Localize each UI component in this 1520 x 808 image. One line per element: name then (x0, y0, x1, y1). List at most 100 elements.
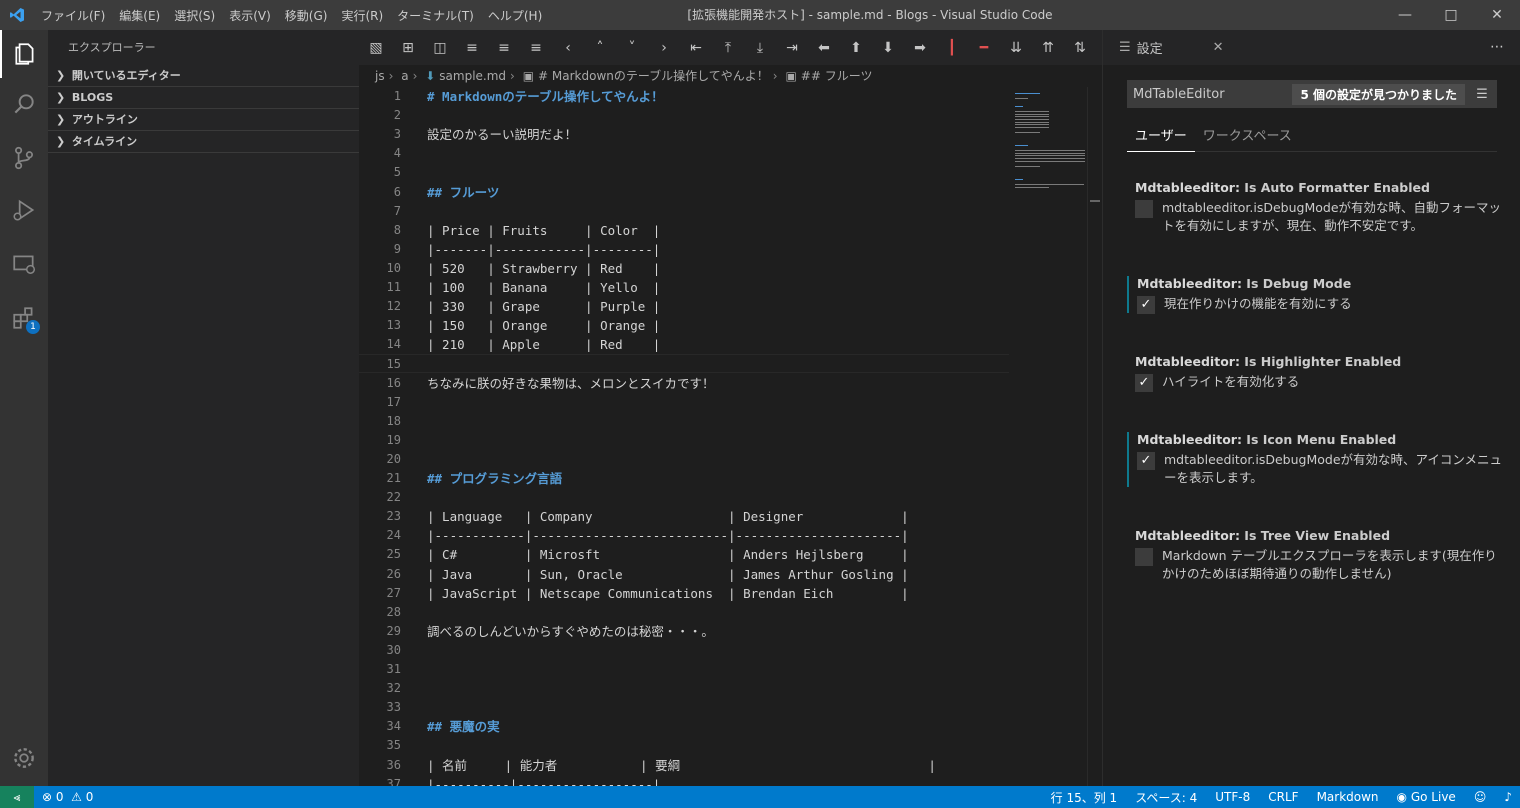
move-down-circle-button[interactable]: ˅ (616, 36, 648, 60)
code-line[interactable]: 6 ## フルーツ (359, 183, 1009, 202)
code-line[interactable]: 20 (359, 450, 1009, 469)
code-line[interactable]: 29 調べるのしんどいからすぐやめたのは秘密・・・。 (359, 622, 1009, 641)
breadcrumb-item[interactable]: sample.md (439, 69, 506, 83)
remote-indicator[interactable]: ⪡ (0, 786, 34, 808)
sort-descending-button[interactable]: ⇊ (1000, 36, 1032, 60)
feedback-button[interactable]: ☺ (1474, 790, 1487, 804)
menu-terminal[interactable]: ターミナル(T) (390, 7, 481, 24)
code-line[interactable]: 21 ## プログラミング言語 (359, 469, 1009, 488)
close-tab-button[interactable]: ✕ (1213, 40, 1224, 55)
table-grid-button[interactable]: ⊞ (392, 36, 424, 60)
move-left-circle-button[interactable]: ‹ (552, 36, 584, 60)
setting-checkbox[interactable] (1135, 200, 1153, 218)
indentation[interactable]: スペース: 4 (1135, 789, 1197, 806)
code-line[interactable]: 3 設定のかるーい説明だよ！ (359, 125, 1009, 144)
code-line[interactable]: 25 | C# | Microsft | Anders Hejlsberg | (359, 545, 1009, 564)
table-explorer-button[interactable]: ▧ (360, 36, 392, 60)
insert-bottom-button[interactable]: ⤓ (744, 36, 776, 60)
remote-explorer-button[interactable] (0, 240, 48, 288)
code-line[interactable]: 19 (359, 431, 1009, 450)
code-line[interactable]: 28 (359, 603, 1009, 622)
code-line[interactable]: 11 | 100 | Banana | Yello | (359, 278, 1009, 297)
manage-button[interactable] (0, 734, 48, 782)
setting-checkbox[interactable]: ✓ (1137, 452, 1155, 470)
source-control-button[interactable] (0, 134, 48, 182)
code-line[interactable]: 5 (359, 163, 1009, 182)
align-right-button[interactable]: ≡ (520, 36, 552, 60)
code-line[interactable]: 13 | 150 | Orange | Orange | (359, 316, 1009, 335)
code-line[interactable]: 7 (359, 202, 1009, 221)
move-right-circle-button[interactable]: › (648, 36, 680, 60)
arrow-right-button[interactable]: ➡ (904, 36, 936, 60)
code-line[interactable]: 30 (359, 641, 1009, 660)
code-line[interactable]: 33 (359, 698, 1009, 717)
code-line[interactable]: 36 | 名前 | 能力者 | 要綱 | (359, 756, 1009, 775)
move-up-circle-button[interactable]: ˄ (584, 36, 616, 60)
code-line[interactable]: 34 ## 悪魔の実 (359, 717, 1009, 736)
settings-tab[interactable]: ☰ 設定 ✕ ⋯ (1103, 30, 1520, 65)
code-line[interactable]: 9 |-------|------------|--------| (359, 240, 1009, 259)
code-line[interactable]: 16 ちなみに朕の好きな果物は、メロンとスイカです！ (359, 374, 1009, 393)
more-actions-icon[interactable]: ⋯ (1490, 30, 1504, 65)
maximize-button[interactable]: □ (1428, 0, 1474, 30)
sort-ascending-button[interactable]: ⇈ (1032, 36, 1064, 60)
arrow-left-button[interactable]: ⬅ (808, 36, 840, 60)
language-mode[interactable]: Markdown (1317, 790, 1379, 804)
code-line[interactable]: 8 | Price | Fruits | Color | (359, 221, 1009, 240)
vertical-scrollbar[interactable] (1087, 87, 1101, 787)
delete-column-button[interactable]: ┃ (936, 36, 968, 60)
extensions-button[interactable]: 1 (0, 294, 48, 342)
menu-view[interactable]: 表示(V) (222, 7, 278, 24)
menu-go[interactable]: 移動(G) (278, 7, 335, 24)
minimize-button[interactable]: — (1382, 0, 1428, 30)
code-line[interactable]: 23 | Language | Company | Designer | (359, 507, 1009, 526)
arrow-down-button[interactable]: ⬇ (872, 36, 904, 60)
cursor-position[interactable]: 行 15、列 1 (1051, 789, 1118, 806)
breadcrumb-item[interactable]: a (401, 69, 408, 83)
setting-checkbox[interactable] (1135, 548, 1153, 566)
code-line[interactable]: 35 (359, 736, 1009, 755)
tab-user[interactable]: ユーザー (1127, 124, 1195, 152)
setting-checkbox[interactable]: ✓ (1137, 296, 1155, 314)
menu-run[interactable]: 実行(R) (334, 7, 390, 24)
breadcrumb-item[interactable]: # Markdownのテーブル操作してやんよ！ (538, 69, 769, 83)
align-center-button[interactable]: ≡ (488, 36, 520, 60)
code-line[interactable]: 15 (359, 354, 1009, 374)
code-line[interactable]: 26 | Java | Sun, Oracle | James Arthur Go… (359, 565, 1009, 584)
encoding[interactable]: UTF-8 (1215, 790, 1250, 804)
code-line[interactable]: 17 (359, 393, 1009, 412)
insert-left-button[interactable]: ⇤ (680, 36, 712, 60)
settings-search-input[interactable]: MdTableEditor (1133, 87, 1292, 102)
run-debug-button[interactable] (0, 186, 48, 234)
code-line[interactable]: 22 (359, 488, 1009, 507)
delete-row-button[interactable]: ━ (968, 36, 1000, 60)
breadcrumb-item[interactable]: js (375, 69, 385, 83)
menu-selection[interactable]: 選択(S) (167, 7, 222, 24)
table-layout-button[interactable]: ◫ (424, 36, 456, 60)
arrow-up-button[interactable]: ⬆ (840, 36, 872, 60)
scrollbar-thumb[interactable] (1090, 200, 1100, 202)
setting-checkbox[interactable]: ✓ (1135, 374, 1153, 392)
code-line[interactable]: 24 |------------|------------------------… (359, 526, 1009, 545)
code-editor[interactable]: 1 # Markdownのテーブル操作してやんよ！ 2 3 設定のかるーい説明だよ！ 4 5… (359, 87, 1009, 787)
code-line[interactable]: 2 (359, 106, 1009, 125)
code-line[interactable]: 27 | JavaScript | Netscape Communications… (359, 584, 1009, 603)
filter-icon[interactable]: ☰ (1471, 87, 1493, 102)
section-timeline[interactable]: ❯ タイムライン (48, 131, 359, 153)
menu-file[interactable]: ファイル(F) (34, 7, 112, 24)
go-live-button[interactable]: ◉ Go Live (1397, 790, 1456, 804)
code-line[interactable]: 18 (359, 412, 1009, 431)
code-line[interactable]: 31 (359, 660, 1009, 679)
section-outline[interactable]: ❯ アウトライン (48, 109, 359, 131)
code-line[interactable]: 10 | 520 | Strawberry | Red | (359, 259, 1009, 278)
close-window-button[interactable]: ✕ (1474, 0, 1520, 30)
tab-workspace[interactable]: ワークスペース (1195, 124, 1300, 152)
code-line[interactable]: 4 (359, 144, 1009, 163)
settings-search[interactable]: MdTableEditor 5 個の設定が見つかりました ☰ (1127, 80, 1497, 108)
minimap[interactable] (1009, 87, 1089, 207)
section-blogs[interactable]: ❯ BLOGS (48, 87, 359, 109)
insert-top-button[interactable]: ⤒ (712, 36, 744, 60)
notifications-button[interactable]: ♪ (1504, 790, 1512, 804)
explorer-button[interactable] (0, 30, 48, 78)
code-line[interactable]: 32 (359, 679, 1009, 698)
